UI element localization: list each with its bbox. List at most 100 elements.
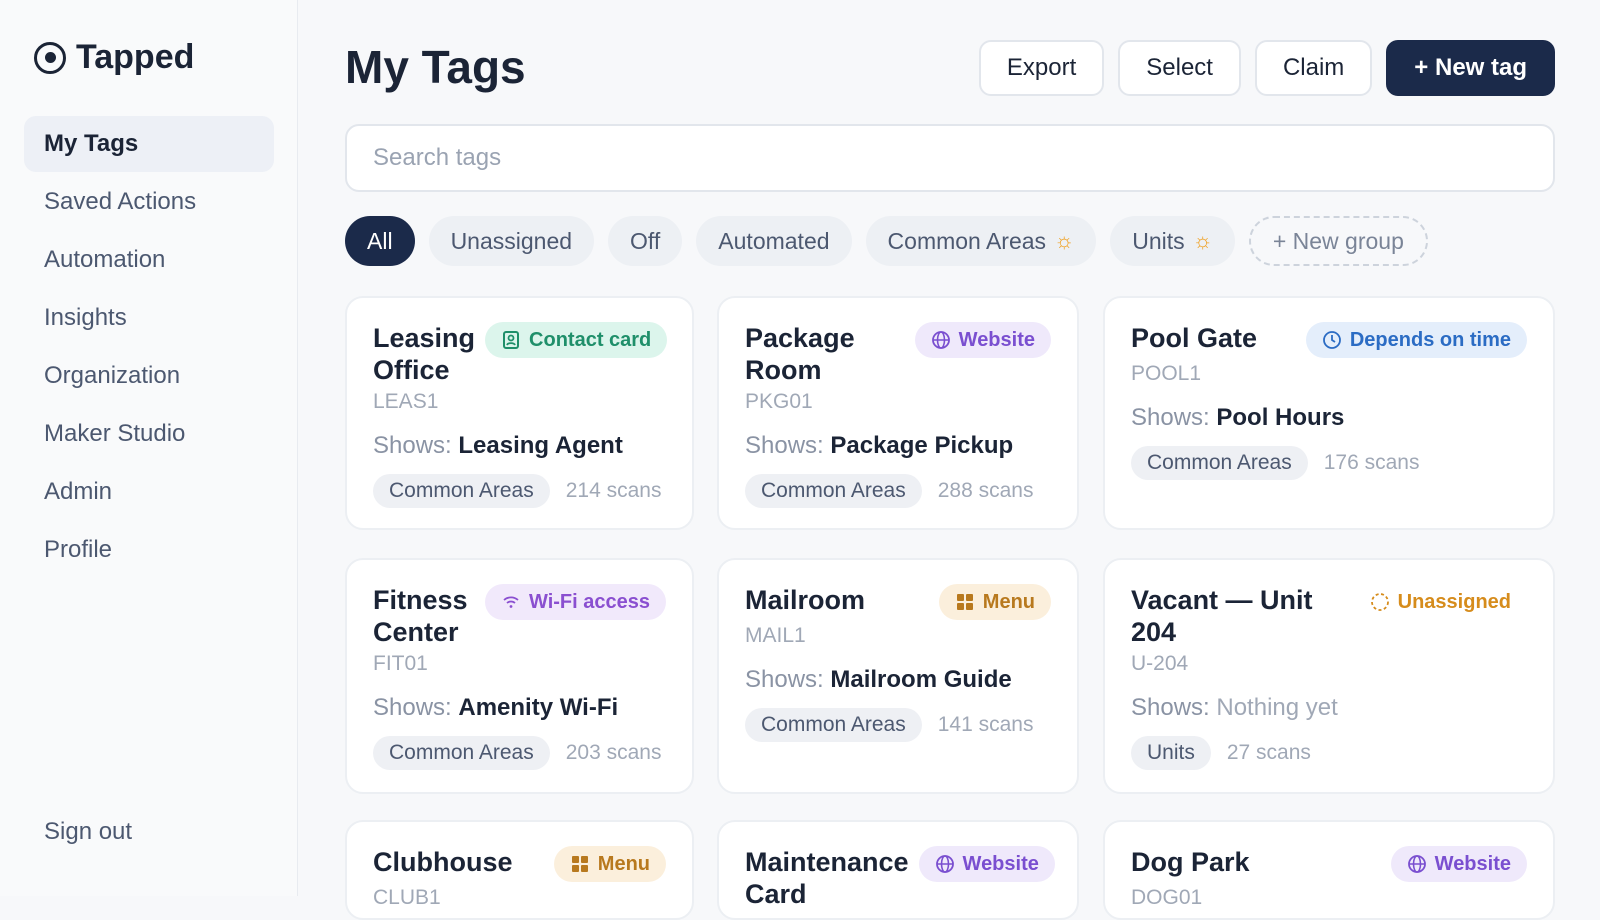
tag-title: Pool Gate <box>1131 323 1258 353</box>
group-pill: Units <box>1131 736 1211 770</box>
tag-code: MAIL1 <box>745 624 806 647</box>
filter-chips: All Unassigned Off Automated Common Area… <box>345 216 1428 266</box>
tag-type-badge: Menu <box>938 584 1051 620</box>
filter-chip-automated[interactable]: Automated <box>696 216 852 266</box>
new-group-label: + New group <box>1272 227 1404 254</box>
filter-chip-label: Unassigned <box>450 227 573 254</box>
shows-prefix: Shows: <box>1131 404 1210 431</box>
tag-card-vacant-unit-204[interactable]: Vacant — Unit 204 Unassigned U-204 Shows… <box>1103 558 1555 794</box>
scan-count: 214 scans <box>565 479 662 502</box>
tag-title: Leasing Office <box>373 323 476 385</box>
sidebar-item-profile[interactable]: Profile <box>24 522 274 578</box>
tag-title: Maintenance Card <box>745 847 909 909</box>
tag-title: Vacant — Unit 204 <box>1131 585 1313 647</box>
contact-card-icon <box>503 331 520 349</box>
sidebar-item-maker-studio[interactable]: Maker Studio <box>24 406 274 462</box>
new-group-button[interactable]: + New group <box>1248 216 1428 266</box>
select-button[interactable]: Select <box>1118 40 1241 96</box>
tag-shows: Shows: Pool Hours <box>1131 404 1527 432</box>
tag-type-badge: Wi-Fi access <box>485 584 666 620</box>
tag-card-dog-park[interactable]: Dog Park Website DOG01 <box>1103 820 1555 920</box>
main-content: My Tags Export Select Claim + New tag Al… <box>345 0 1555 920</box>
tag-card-maintenance-card[interactable]: Maintenance Card Website <box>717 820 1079 920</box>
shows-prefix: Shows: <box>745 432 824 459</box>
sun-icon: ☼ <box>1054 228 1075 253</box>
search-input[interactable] <box>345 124 1555 192</box>
globe-icon <box>1407 855 1426 873</box>
tag-card-mailroom[interactable]: Mailroom Menu MAIL1 Shows: Mailroom Guid… <box>717 558 1079 794</box>
badge-label: Unassigned <box>1397 590 1511 613</box>
filter-chip-all[interactable]: All <box>345 216 415 266</box>
shows-value: Package Pickup <box>830 432 1014 459</box>
export-button[interactable]: Export <box>978 40 1105 96</box>
globe-icon <box>935 855 954 873</box>
tag-code: LEAS1 <box>373 390 439 413</box>
badge-label: Website <box>962 852 1039 875</box>
shows-value: Pool Hours <box>1216 404 1345 431</box>
sidebar: Tapped My Tags Saved Actions Automation … <box>0 0 298 896</box>
filter-chip-off[interactable]: Off <box>608 216 683 266</box>
badge-label: Website <box>958 328 1035 351</box>
badge-label: Wi-Fi access <box>529 590 650 613</box>
sidebar-item-automation[interactable]: Automation <box>24 232 274 288</box>
grid-icon <box>571 856 588 872</box>
filter-chip-unassigned[interactable]: Unassigned <box>428 216 595 266</box>
filter-chip-label: All <box>367 227 393 254</box>
tag-title: Dog Park <box>1131 847 1250 877</box>
group-pill: Common Areas <box>1131 446 1308 480</box>
group-pill: Common Areas <box>373 736 550 770</box>
shows-value: Nothing yet <box>1216 694 1338 721</box>
sidebar-item-my-tags[interactable]: My Tags <box>24 116 274 172</box>
group-pill: Common Areas <box>745 474 922 508</box>
shows-prefix: Shows: <box>373 432 452 459</box>
grid-icon <box>956 594 973 610</box>
shows-value: Amenity Wi-Fi <box>458 694 619 721</box>
badge-label: Website <box>1434 852 1511 875</box>
tag-card-clubhouse[interactable]: Clubhouse Menu CLUB1 <box>345 820 694 920</box>
shows-value: Leasing Agent <box>458 432 623 459</box>
tag-code: CLUB1 <box>373 886 441 909</box>
tag-code: PKG01 <box>745 390 813 413</box>
filter-chip-label: Off <box>630 227 661 254</box>
tag-card-pool-gate[interactable]: Pool Gate Depends on time POOL1 Shows: P… <box>1103 296 1555 530</box>
shows-value: Mailroom Guide <box>830 666 1012 693</box>
tag-code: DOG01 <box>1131 886 1203 909</box>
new-tag-button[interactable]: + New tag <box>1386 40 1555 96</box>
scan-count: 176 scans <box>1323 451 1420 474</box>
tag-type-badge: Menu <box>553 846 666 882</box>
shows-prefix: Shows: <box>1131 694 1210 721</box>
badge-label: Contact card <box>529 328 652 351</box>
badge-label: Menu <box>597 852 650 875</box>
page-title: My Tags <box>345 41 526 93</box>
filter-chip-label: Common Areas <box>887 227 1047 254</box>
sidebar-item-organization[interactable]: Organization <box>24 348 274 404</box>
group-pill: Common Areas <box>373 474 550 508</box>
shows-prefix: Shows: <box>373 694 452 721</box>
filter-chip-label: Automated <box>718 227 830 254</box>
tag-title: Clubhouse <box>373 847 513 877</box>
tag-shows: Shows: Mailroom Guide <box>745 666 1051 694</box>
sidebar-item-insights[interactable]: Insights <box>24 290 274 346</box>
sidebar-item-admin[interactable]: Admin <box>24 464 274 520</box>
tag-card-package-room[interactable]: Package Room Website PKG01 Shows: Packag… <box>717 296 1079 530</box>
tag-type-badge: Website <box>918 846 1055 882</box>
sign-out-link[interactable]: Sign out <box>44 818 132 846</box>
tag-card-leasing-office[interactable]: Leasing Office Contact card LEAS1 Shows:… <box>345 296 694 530</box>
tag-card-fitness-center[interactable]: Fitness Center Wi-Fi access FIT01 Shows:… <box>345 558 694 794</box>
tag-title: Mailroom <box>745 585 866 615</box>
filter-chip-label: Units <box>1132 227 1185 254</box>
tag-type-badge: Unassigned <box>1354 584 1527 620</box>
filter-chip-units[interactable]: Units ☼ <box>1110 216 1235 266</box>
clock-icon <box>1322 331 1341 349</box>
claim-button[interactable]: Claim <box>1254 40 1373 96</box>
scan-count: 141 scans <box>937 713 1034 736</box>
scan-count: 27 scans <box>1226 741 1311 764</box>
group-pill: Common Areas <box>745 708 922 742</box>
tag-title: Fitness Center <box>373 585 468 647</box>
sidebar-item-saved-actions[interactable]: Saved Actions <box>24 174 274 230</box>
sidebar-nav: My Tags Saved Actions Automation Insight… <box>24 116 274 580</box>
brand-name: Tapped <box>76 38 195 76</box>
shows-prefix: Shows: <box>745 666 824 693</box>
brand[interactable]: Tapped <box>34 38 194 77</box>
filter-chip-common-areas[interactable]: Common Areas ☼ <box>865 216 1097 266</box>
